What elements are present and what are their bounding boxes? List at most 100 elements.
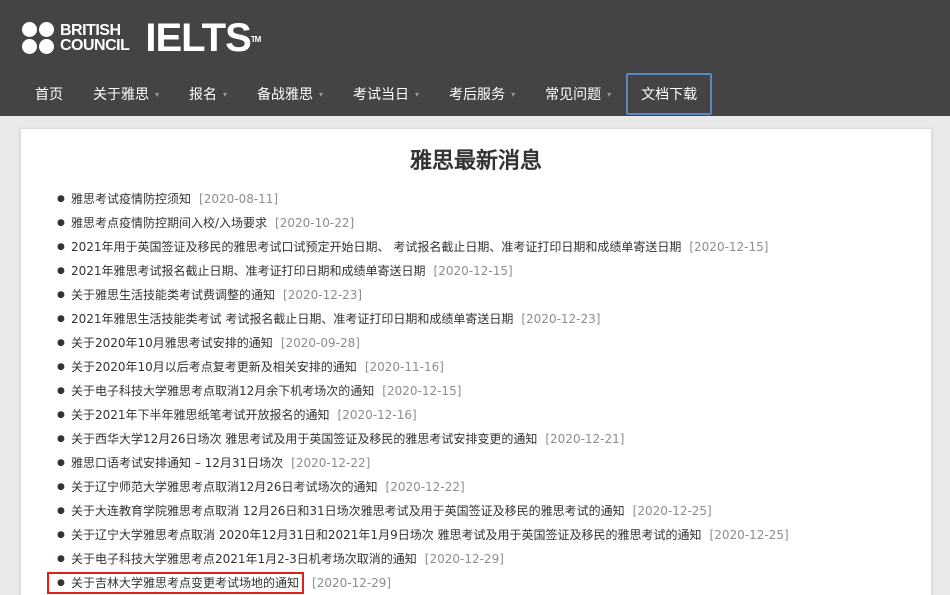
- nav-item-1[interactable]: 关于雅思 ▾: [78, 73, 174, 115]
- list-item: ● 雅思考试疫情防控须知 [2020-08-11]: [57, 187, 789, 211]
- bullet-icon: ●: [57, 242, 65, 252]
- news-link[interactable]: 2021年雅思生活技能类考试 考试报名截止日期、准考证打印日期和成绩单寄送日期: [71, 307, 513, 331]
- news-link[interactable]: 2021年雅思考试报名截止日期、准考证打印日期和成绩单寄送日期: [71, 259, 426, 283]
- nav-item-6[interactable]: 常见问题 ▾: [530, 73, 626, 115]
- news-date: [2020-12-29]: [424, 552, 504, 566]
- news-link[interactable]: 关于电子科技大学雅思考点2021年1月2-3日机考场次取消的通知: [71, 547, 417, 571]
- news-panel: 雅思最新消息 ● 雅思考试疫情防控须知 [2020-08-11] ● 雅思考点疫情防控期…: [20, 128, 932, 595]
- nav-item-label: 常见问题: [545, 87, 602, 103]
- list-item: ● 关于2020年10月雅思考试安排的通知 [2020-09-28]: [57, 331, 789, 355]
- chevron-down-icon: ▾: [223, 89, 228, 99]
- news-link[interactable]: 关于电子科技大学雅思考点取消12月余下机考场次的通知: [71, 379, 374, 403]
- british-council-dots-icon: [22, 22, 54, 54]
- news-date: [2020-12-29]: [312, 576, 392, 590]
- news-date: [2020-12-25]: [709, 528, 789, 542]
- bullet-icon: ●: [57, 290, 65, 300]
- bullet-icon: ●: [57, 194, 65, 204]
- news-date: [2020-08-11]: [199, 192, 279, 206]
- bullet-icon: ●: [57, 554, 65, 564]
- main-nav: 首页 关于雅思 ▾ 报名 ▾ 备战雅思 ▾ 考试当日 ▾ 考后服务 ▾ 常见问题 ▾ 文档下载: [20, 73, 713, 115]
- news-date: [2020-12-23]: [521, 312, 601, 326]
- nav-item-label: 首页: [35, 87, 63, 103]
- bullet-icon: ●: [57, 434, 65, 444]
- list-item: ● 关于2020年10月以后考点复考更新及相关安排的通知 [2020-11-16]: [57, 355, 789, 379]
- news-link[interactable]: 关于辽宁大学雅思考点取消 2020年12月31日和2021年1月9日场次 雅思考…: [71, 523, 702, 547]
- bullet-icon: ●: [57, 314, 65, 324]
- list-item: ● 关于吉林大学雅思考点变更考试场地的通知 [2020-12-29]: [47, 571, 789, 595]
- nav-item-label: 报名: [189, 87, 218, 103]
- news-link[interactable]: 关于2020年10月雅思考试安排的通知: [71, 331, 273, 355]
- chevron-down-icon: ▾: [607, 89, 612, 99]
- news-link[interactable]: 关于2021年下半年雅思纸笔考试开放报名的通知: [71, 403, 330, 427]
- news-date: [2020-12-25]: [632, 504, 712, 518]
- bullet-icon: ●: [57, 266, 65, 276]
- list-item: ● 2021年雅思生活技能类考试 考试报名截止日期、准考证打印日期和成绩单寄送日期…: [57, 307, 789, 331]
- news-link[interactable]: 关于大连教育学院雅思考点取消 12月26日和31日场次雅思考试及用于英国签证及移…: [71, 499, 625, 523]
- news-link[interactable]: 关于吉林大学雅思考点变更考试场地的通知: [71, 571, 299, 595]
- nav-item-3[interactable]: 备战雅思 ▾: [242, 73, 338, 115]
- bullet-icon: ●: [57, 482, 65, 492]
- nav-item-5[interactable]: 考后服务 ▾: [434, 73, 530, 115]
- list-item: ● 2021年雅思考试报名截止日期、准考证打印日期和成绩单寄送日期 [2020-12…: [57, 259, 789, 283]
- news-link[interactable]: 雅思考试疫情防控须知: [71, 187, 191, 211]
- nav-item-label: 关于雅思: [93, 87, 149, 103]
- list-item: ● 2021年用于英国签证及移民的雅思考试口试预定开始日期、 考试报名截止日期、准…: [57, 235, 789, 259]
- list-item: ● 雅思口语考试安排通知 – 12月31日场次 [2020-12-22]: [57, 451, 789, 475]
- news-date: [2020-12-23]: [283, 288, 363, 302]
- site-header: BRITISH COUNCIL IELTSTM 首页 关于雅思 ▾ 报名 ▾ 备战雅思 ▾ 考…: [0, 0, 950, 116]
- news-link[interactable]: 关于雅思生活技能类考试费调整的通知: [71, 283, 275, 307]
- news-date: [2020-11-16]: [364, 360, 444, 374]
- chevron-down-icon: ▾: [155, 89, 160, 99]
- bullet-icon: ●: [57, 530, 65, 540]
- news-link[interactable]: 关于西华大学12月26日场次 雅思考试及用于英国签证及移民的雅思考试安排变更的通…: [71, 427, 537, 451]
- news-link[interactable]: 雅思考点疫情防控期间入校/入场要求: [71, 211, 267, 235]
- bullet-icon: ●: [57, 338, 65, 348]
- list-item: ● 关于辽宁大学雅思考点取消 2020年12月31日和2021年1月9日场次 雅思…: [57, 523, 789, 547]
- news-date: [2020-09-28]: [280, 336, 360, 350]
- chevron-down-icon: ▾: [415, 89, 420, 99]
- news-date: [2020-10-22]: [275, 216, 355, 230]
- british-council-wordmark: BRITISH COUNCIL: [60, 22, 130, 54]
- chevron-down-icon: ▾: [511, 89, 516, 99]
- news-date: [2020-12-15]: [689, 240, 769, 254]
- nav-item-2[interactable]: 报名 ▾: [174, 73, 242, 115]
- news-link[interactable]: 雅思口语考试安排通知 – 12月31日场次: [71, 451, 283, 475]
- logo[interactable]: BRITISH COUNCIL IELTSTM: [22, 16, 261, 60]
- bullet-icon: ●: [57, 410, 65, 420]
- nav-item-label: 考试当日: [353, 87, 410, 103]
- list-item: ● 关于大连教育学院雅思考点取消 12月26日和31日场次雅思考试及用于英国签证及…: [57, 499, 789, 523]
- list-item: ● 关于电子科技大学雅思考点取消12月余下机考场次的通知 [2020-12-15]: [57, 379, 789, 403]
- news-date: [2020-12-15]: [433, 264, 513, 278]
- chevron-down-icon: ▾: [319, 89, 324, 99]
- bullet-icon: ●: [57, 386, 65, 396]
- list-item: ● 关于电子科技大学雅思考点2021年1月2-3日机考场次取消的通知 [2020-1…: [57, 547, 789, 571]
- list-item: ● 雅思考点疫情防控期间入校/入场要求 [2020-10-22]: [57, 211, 789, 235]
- news-date: [2020-12-15]: [382, 384, 462, 398]
- news-date: [2020-12-22]: [385, 480, 465, 494]
- highlight-box: ● 关于吉林大学雅思考点变更考试场地的通知: [47, 571, 305, 595]
- nav-item-label: 文档下载: [641, 87, 698, 103]
- news-date: [2020-12-16]: [337, 408, 417, 422]
- bullet-icon: ●: [57, 506, 65, 516]
- bullet-icon: ●: [57, 218, 65, 228]
- list-item: ● 关于2021年下半年雅思纸笔考试开放报名的通知 [2020-12-16]: [57, 403, 789, 427]
- bullet-icon: ●: [57, 578, 65, 588]
- page-title: 雅思最新消息: [409, 149, 542, 174]
- nav-item-label: 备战雅思: [257, 87, 314, 103]
- list-item: ● 关于雅思生活技能类考试费调整的通知 [2020-12-23]: [57, 283, 789, 307]
- news-date: [2020-12-21]: [545, 432, 625, 446]
- bullet-icon: ●: [57, 458, 65, 468]
- news-date: [2020-12-22]: [291, 456, 371, 470]
- news-link[interactable]: 关于2020年10月以后考点复考更新及相关安排的通知: [71, 355, 357, 379]
- list-item: ● 关于西华大学12月26日场次 雅思考试及用于英国签证及移民的雅思考试安排变更的…: [57, 427, 789, 451]
- news-link[interactable]: 2021年用于英国签证及移民的雅思考试口试预定开始日期、 考试报名截止日期、准考…: [71, 235, 681, 259]
- news-link[interactable]: 关于辽宁师范大学雅思考点取消12月26日考试场次的通知: [71, 475, 378, 499]
- nav-item-7[interactable]: 文档下载: [626, 73, 713, 115]
- ielts-wordmark: IELTSTM: [145, 16, 261, 60]
- list-item: ● 关于辽宁师范大学雅思考点取消12月26日考试场次的通知 [2020-12-22]: [57, 475, 789, 499]
- news-list: ● 雅思考试疫情防控须知 [2020-08-11] ● 雅思考点疫情防控期间入校/入场要…: [47, 187, 789, 595]
- bullet-icon: ●: [57, 362, 65, 372]
- nav-item-label: 考后服务: [449, 87, 506, 103]
- nav-item-4[interactable]: 考试当日 ▾: [338, 73, 434, 115]
- nav-item-0[interactable]: 首页: [20, 73, 78, 115]
